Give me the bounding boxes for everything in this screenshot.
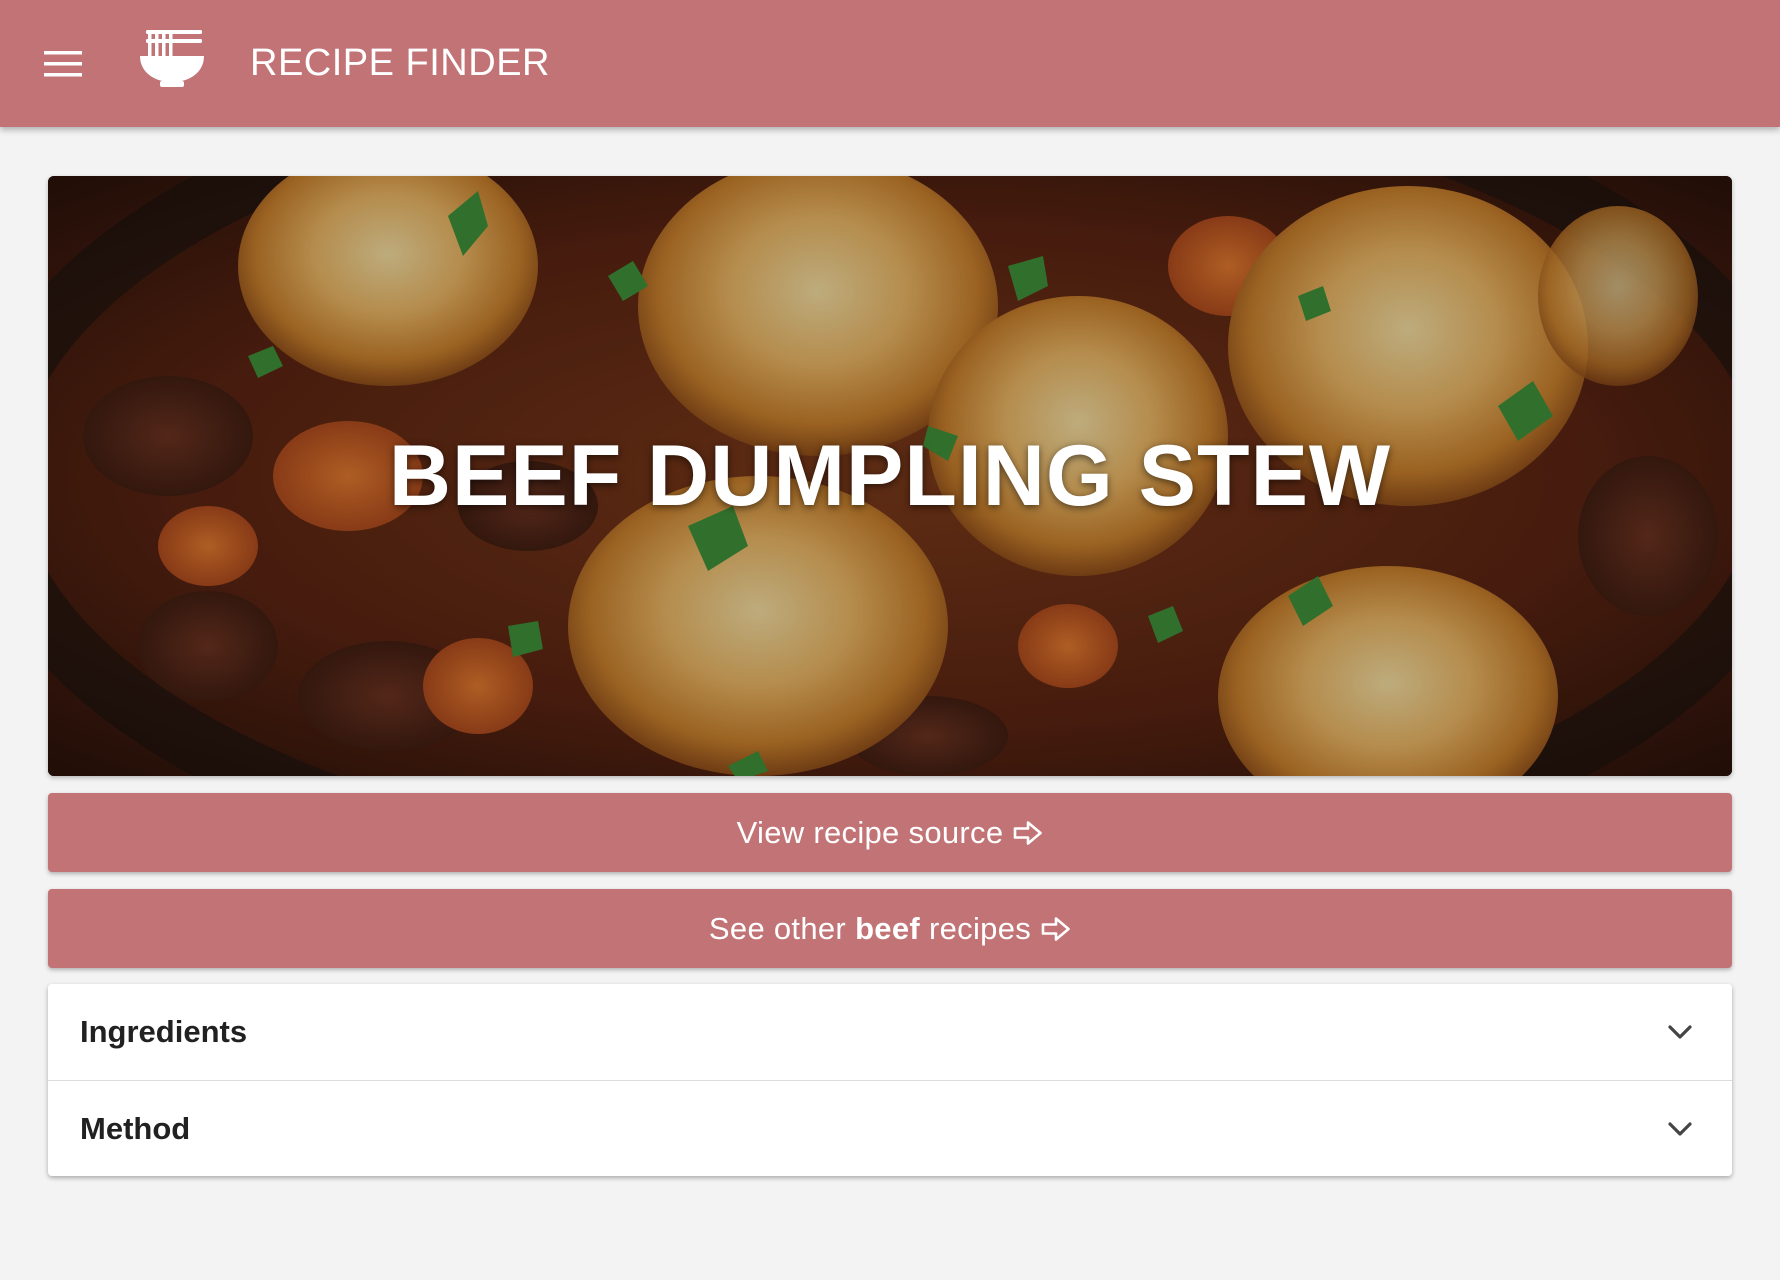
app-title[interactable]: RECIPE FINDER xyxy=(250,40,550,86)
recipe-hero: BEEF DUMPLING STEW xyxy=(48,176,1732,776)
menu-button[interactable] xyxy=(30,31,96,97)
recipe-category: beef xyxy=(855,910,921,946)
view-recipe-source-button[interactable]: View recipe source xyxy=(48,793,1732,872)
arrow-right-icon xyxy=(1014,820,1043,845)
method-label: Method xyxy=(80,1110,191,1146)
noodle-bowl-icon[interactable] xyxy=(138,26,206,90)
ingredients-label: Ingredients xyxy=(80,1014,248,1049)
hamburger-menu-icon xyxy=(44,51,82,77)
see-other-recipes-button[interactable]: See other beef recipes xyxy=(48,889,1732,968)
chevron-down-icon[interactable] xyxy=(1666,1115,1694,1143)
accordion-item-ingredients[interactable]: Ingredients xyxy=(48,984,1732,1080)
view-recipe-source-label: View recipe source xyxy=(736,814,1004,850)
see-other-prefix: See other xyxy=(708,910,847,946)
arrow-right-icon xyxy=(1041,916,1070,941)
app-bar: RECIPE FINDER xyxy=(0,0,1780,127)
recipe-accordion: Ingredients Method xyxy=(48,984,1732,1176)
accordion-item-method[interactable]: Method xyxy=(48,1080,1732,1176)
chevron-down-icon[interactable] xyxy=(1666,1018,1694,1046)
recipe-title: BEEF DUMPLING STEW xyxy=(388,427,1392,524)
see-other-suffix: recipes xyxy=(929,910,1032,946)
